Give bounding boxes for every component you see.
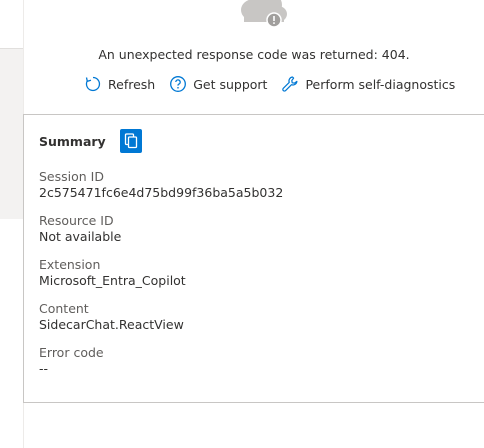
get-support-label: Get support [193, 76, 268, 92]
field-label: Session ID [39, 169, 104, 184]
help-circle-icon [170, 76, 187, 92]
error-message: An unexpected response code was returned… [98, 47, 410, 62]
summary-header: Summary [39, 129, 142, 153]
refresh-icon [85, 76, 101, 92]
refresh-button[interactable]: Refresh [84, 75, 155, 93]
error-panel: An unexpected response code was returned… [0, 0, 484, 448]
self-diagnostics-label: Perform self-diagnostics [305, 76, 456, 92]
refresh-label: Refresh [108, 76, 156, 92]
field-label: Error code [39, 345, 104, 360]
get-support-button[interactable]: Get support [169, 75, 267, 93]
background-rail [0, 48, 24, 219]
cloud-error-icon [241, 0, 287, 28]
summary-card: Summary Session ID 2c575471fc6e4d75bd99f… [23, 114, 484, 403]
copy-icon [124, 133, 137, 149]
field-label: Extension [39, 257, 101, 272]
action-bar: Refresh Get support Perform self-diagnos… [84, 75, 469, 93]
summary-title: Summary [39, 133, 106, 149]
field-error-code: Error code -- [39, 345, 104, 377]
field-resource-id: Resource ID Not available [39, 213, 121, 245]
field-value: 2c575471fc6e4d75bd99f36ba5a5b032 [39, 185, 284, 200]
field-value: -- [39, 361, 49, 376]
field-value: SidecarChat.ReactView [39, 317, 184, 332]
copy-button[interactable] [119, 129, 142, 153]
self-diagnostics-button[interactable]: Perform self-diagnostics [281, 75, 455, 93]
field-label: Content [39, 301, 89, 316]
wrench-icon [282, 76, 298, 92]
field-label: Resource ID [39, 213, 114, 228]
field-content: Content SidecarChat.ReactView [39, 301, 184, 333]
field-extension: Extension Microsoft_Entra_Copilot [39, 257, 186, 289]
field-session-id: Session ID 2c575471fc6e4d75bd99f36ba5a5b… [39, 169, 283, 201]
field-value: Not available [39, 229, 122, 244]
field-value: Microsoft_Entra_Copilot [39, 273, 186, 288]
